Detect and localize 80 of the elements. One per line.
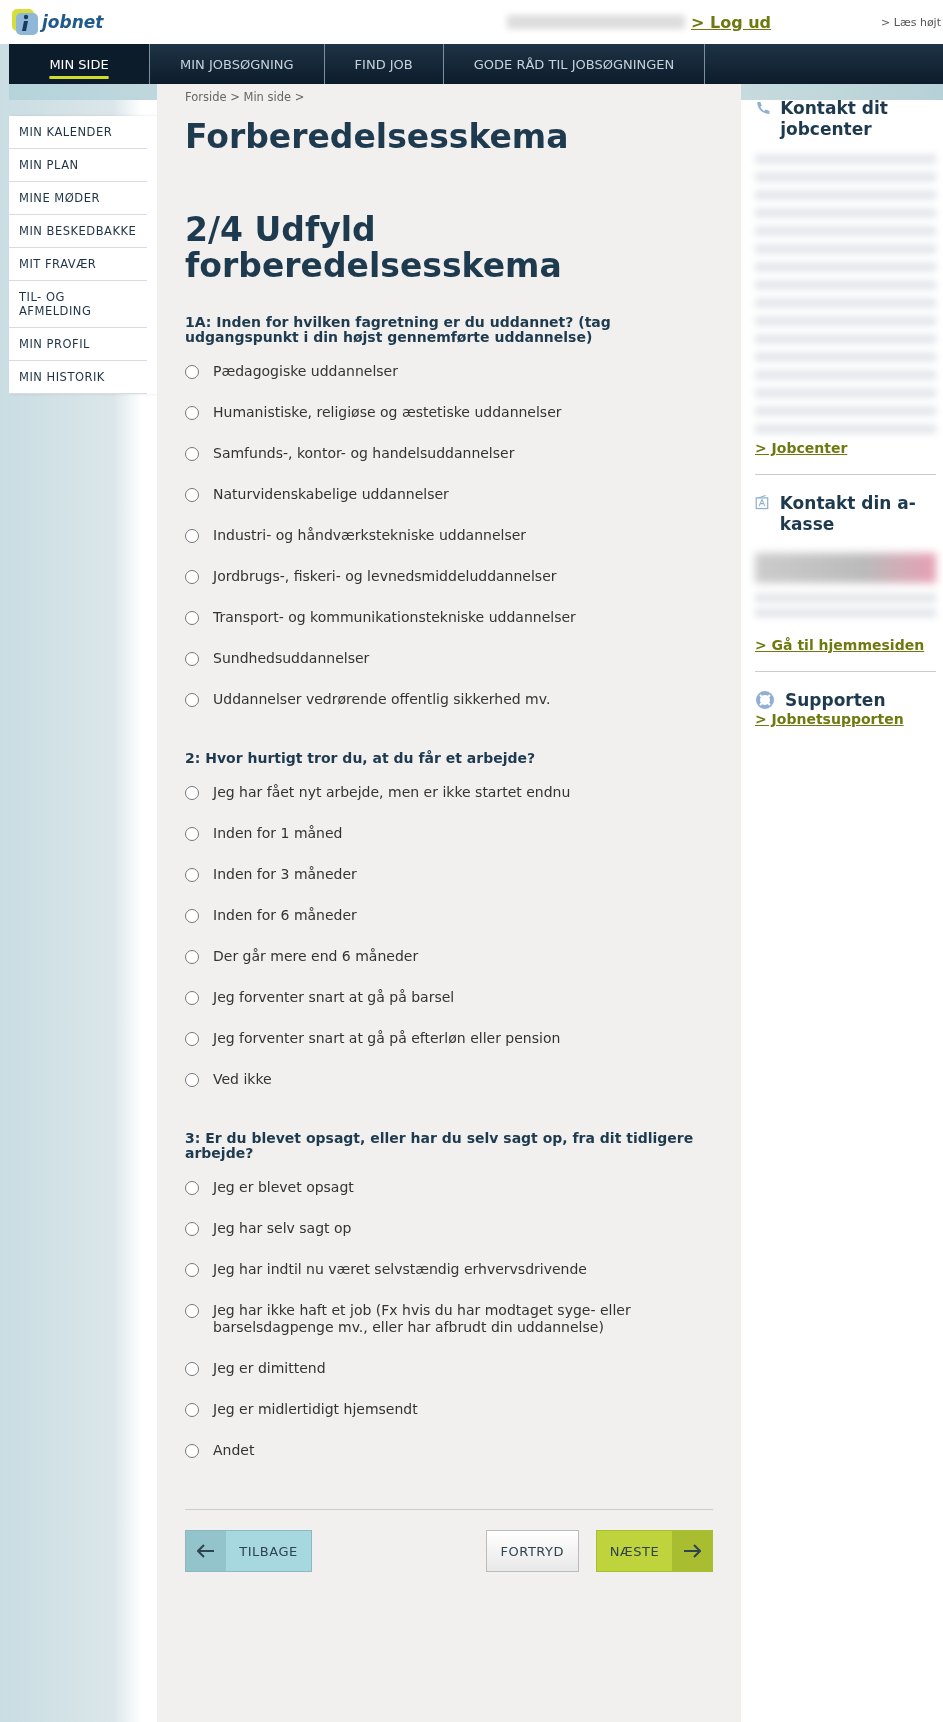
radio-button[interactable] [185,1304,199,1318]
radio-button[interactable] [185,652,199,666]
option-label[interactable]: Naturvidenskabelige uddannelser [213,486,653,503]
option-label[interactable]: Jeg har indtil nu været selvstændig erhvervsdrivende [213,1261,653,1278]
radio-button[interactable] [185,1444,199,1458]
option-label[interactable]: Humanistiske, religiøse og æstetiske uddannelser [213,404,653,421]
sidebar-item[interactable]: MINE MØDER [9,182,147,215]
document-icon [755,493,770,511]
option-label[interactable]: Sundhedsuddannelser [213,650,653,667]
sidebar-item[interactable]: MIN PLAN [9,149,147,182]
radio-button[interactable] [185,1181,199,1195]
page-title: Forberedelsesskema [185,117,570,157]
option-label[interactable]: Samfunds-, kontor- og handelsuddannelser [213,445,653,462]
radio-button[interactable] [185,365,199,379]
option-label[interactable]: Ved ikke [213,1071,653,1088]
section-link[interactable]: > Jobnetsupporten [755,711,936,727]
section-title: Kontakt din a-kasse [779,493,917,535]
radio-button[interactable] [185,447,199,461]
back-button[interactable]: TILBAGE [185,1530,312,1572]
option-label[interactable]: Jeg forventer snart at gå på efterløn eller pension [213,1030,653,1047]
cancel-button[interactable]: FORTRYD [485,1530,579,1572]
sidebar-item[interactable]: MIN HISTORIK [9,361,147,394]
option-label[interactable]: Jeg er midlertidigt hjemsendt [213,1401,653,1418]
radio-button[interactable] [185,1362,199,1376]
radio-button[interactable] [185,1032,199,1046]
radio-button[interactable] [185,570,199,584]
option-label[interactable]: Jeg har fået nyt arbejde, men er ikke startet endnu [213,784,653,801]
radio-button[interactable] [185,1222,199,1236]
option-label[interactable]: Uddannelser vedrørende offentlig sikkerhed mv. [213,691,653,708]
question-label: 1A: Inden for hvilken fagretning er du uddannet? (tag udgangspunkt i din højst gennemførte uddannelse) [185,315,612,345]
option-label[interactable]: Transport- og kommunikationstekniske uddannelser [213,609,653,626]
question-label: 3: Er du blevet opsagt, eller har du selv sagt op, fra dit tidligere arbejde? [185,1131,695,1161]
sidebar-item[interactable]: MIN KALENDER [9,116,147,149]
breadcrumb: Forside > Min side > [185,90,306,104]
radio-button[interactable] [185,1073,199,1087]
section-title: Kontakt dit jobcenter [780,98,889,140]
question-label: 2: Hvor hurtigt tror du, at du får et arbejde? [185,751,537,766]
option-label[interactable]: Jeg har ikke haft et job (Fx hvis du har modtaget syge- eller barselsdagpenge mv., eller har afbrudt din uddannelse) [213,1302,653,1336]
section-title: Supporten [785,690,886,711]
radio-button[interactable] [185,693,199,707]
lifebuoy-icon [755,690,775,710]
sidebar-item[interactable]: MIN BESKEDBAKKE [9,215,147,248]
option-label[interactable]: Pædagogiske uddannelser [213,363,653,380]
option-label[interactable]: Der går mere end 6 måneder [213,948,653,965]
radio-button[interactable] [185,488,199,502]
radio-button[interactable] [185,868,199,882]
radio-button[interactable] [185,827,199,841]
section-link[interactable]: > Jobcenter [755,440,936,456]
option-label[interactable]: Jeg forventer snart at gå på barsel [213,989,653,1006]
logo-text: jobnet [42,12,104,32]
nav-tab[interactable]: MIN SIDE [9,44,150,84]
arrow-right-icon [683,1544,701,1558]
read-aloud-link[interactable]: > Læs højt [881,15,941,29]
arrow-left-icon [197,1544,215,1558]
logo-icon [12,9,38,35]
section-link[interactable]: > Gå til hjemmesiden [755,637,936,653]
radio-button[interactable] [185,611,199,625]
step-title: 2/4 Udfyld forberedelsesskema [185,212,563,284]
radio-button[interactable] [185,406,199,420]
radio-button[interactable] [185,950,199,964]
logout-link[interactable]: > Log ud [691,12,772,32]
option-label[interactable]: Andet [213,1442,653,1459]
option-label[interactable]: Jordbrugs-, fiskeri- og levnedsmiddeluddannelser [213,568,653,585]
next-button[interactable]: NÆSTE [596,1530,713,1572]
sidebar-item[interactable]: MIN PROFIL [9,328,147,361]
radio-button[interactable] [185,991,199,1005]
radio-button[interactable] [185,909,199,923]
option-label[interactable]: Jeg er dimittend [213,1360,653,1377]
option-label[interactable]: Jeg er blevet opsagt [213,1179,653,1196]
radio-button[interactable] [185,529,199,543]
option-label[interactable]: Industri- og håndværkstekniske uddannelser [213,527,653,544]
radio-button[interactable] [185,786,199,800]
option-label[interactable]: Jeg har selv sagt op [213,1220,653,1237]
radio-button[interactable] [185,1403,199,1417]
option-label[interactable]: Inden for 3 måneder [213,866,653,883]
radio-button[interactable] [185,1263,199,1277]
sidebar-item[interactable]: MIT FRAVÆR [9,248,147,281]
option-label[interactable]: Inden for 6 måneder [213,907,653,924]
sidebar-item[interactable]: TIL- OG AFMELDING [9,281,147,328]
option-label[interactable]: Inden for 1 måned [213,825,653,842]
